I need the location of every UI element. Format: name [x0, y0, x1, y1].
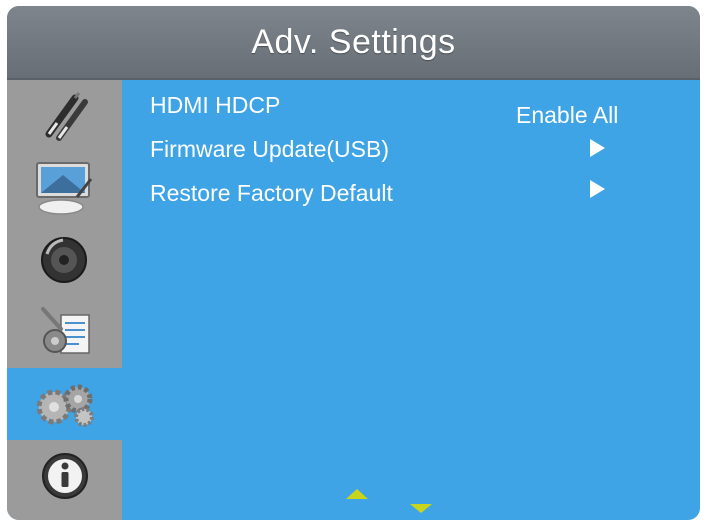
sidebar-item-setup[interactable]: [7, 296, 122, 368]
firmware-update-label: Firmware Update(USB): [150, 136, 389, 162]
menu-header: Adv. Settings: [7, 6, 700, 80]
info-icon: [40, 451, 90, 501]
chevron-right-icon[interactable]: [590, 180, 605, 198]
osd-menu: Adv. Settings HDMI HDCP Enable All Firmw…: [7, 6, 700, 520]
page-title: Adv. Settings: [251, 22, 456, 61]
chevron-right-icon[interactable]: [590, 139, 605, 157]
sidebar-item-screen[interactable]: [7, 152, 122, 224]
sidebar-item-audio[interactable]: [7, 224, 122, 296]
category-sidebar: [7, 80, 122, 520]
hdmi-hdcp-label: HDMI HDCP: [150, 92, 281, 118]
hdmi-hdcp-value[interactable]: Enable All: [516, 102, 618, 129]
sidebar-item-info[interactable]: [7, 440, 122, 512]
restore-factory-default-row[interactable]: Restore Factory Default: [150, 176, 690, 216]
audio-speaker-icon: [37, 232, 93, 288]
restore-factory-default-label: Restore Factory Default: [150, 180, 393, 206]
screen-display-icon: [33, 159, 97, 217]
picture-brushes-icon: [35, 88, 95, 144]
settings-content: HDMI HDCP Enable All Firmware Update(USB…: [122, 80, 700, 520]
firmware-update-row[interactable]: Firmware Update(USB): [150, 132, 690, 172]
hdmi-hdcp-row[interactable]: HDMI HDCP Enable All: [150, 88, 690, 128]
down-arrow-icon: [410, 504, 432, 513]
setup-tools-icon: [35, 303, 95, 361]
sidebar-item-picture[interactable]: [7, 80, 122, 152]
up-arrow-icon: [346, 489, 368, 499]
advanced-gears-icon: [32, 379, 98, 429]
sidebar-item-advanced[interactable]: [7, 368, 122, 440]
